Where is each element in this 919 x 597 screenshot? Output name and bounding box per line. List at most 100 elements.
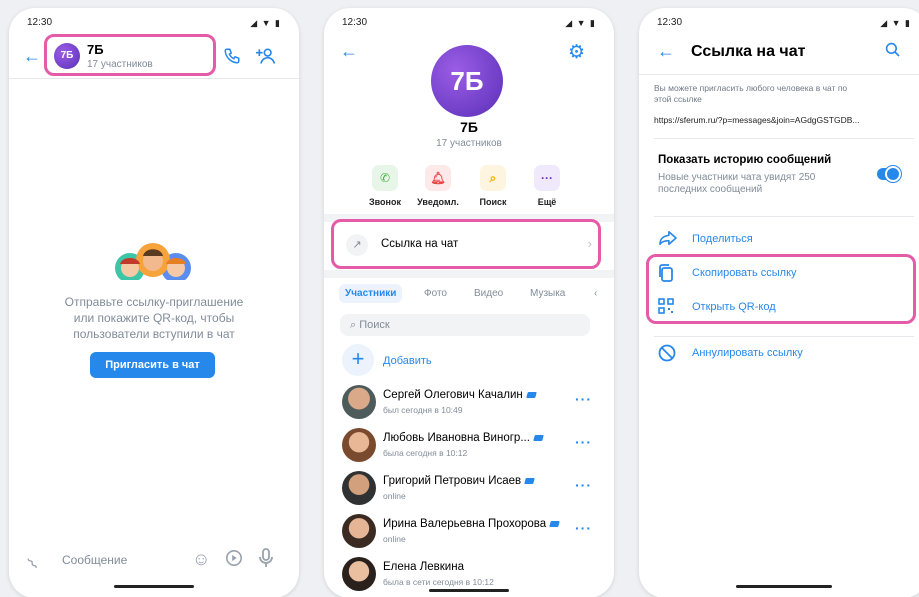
show-history-setting[interactable]: Показать историю сообщений Новые участни… xyxy=(639,148,919,200)
back-arrow-icon[interactable]: ← xyxy=(657,41,675,62)
attach-icon[interactable]: ⌇ xyxy=(23,554,42,574)
member-name: Григорий Петрович Исаев xyxy=(383,475,535,487)
search-icon[interactable] xyxy=(885,42,901,63)
education-badge-icon xyxy=(524,477,535,484)
link-hint: Вы можете пригласить любого человека в ч… xyxy=(654,83,847,105)
add-member-button[interactable]: + Добавить xyxy=(342,344,542,378)
status-bar: 12:30 ◢ ▼ ▮ xyxy=(657,17,911,31)
message-input[interactable]: Сообщение xyxy=(62,553,127,567)
invite-to-chat-button[interactable]: Пригласить в чат xyxy=(90,352,215,378)
avatar xyxy=(342,514,376,548)
avatar xyxy=(342,471,376,505)
status-time: 12:30 xyxy=(342,17,368,28)
action-label: Уведомл. xyxy=(417,197,459,207)
status-icons: ◢ ▼ ▮ xyxy=(565,18,596,28)
back-arrow-icon[interactable]: ← xyxy=(340,41,358,62)
plus-icon: + xyxy=(342,344,374,376)
more-options-icon[interactable]: ··· xyxy=(575,391,592,407)
hint-line: этой ссылке xyxy=(654,94,702,104)
education-badge-icon xyxy=(525,391,537,398)
tab-photo[interactable]: Фото xyxy=(424,288,447,299)
member-row[interactable]: Сергей Олегович Качалин был сегодня в 10… xyxy=(342,385,596,425)
member-row[interactable]: Ирина Валерьевна Прохорова online ··· xyxy=(342,514,596,554)
status-icons: ◢ ▼ ▮ xyxy=(250,18,281,28)
hint-line: Вы можете пригласить любого человека в ч… xyxy=(654,83,848,93)
header-divider xyxy=(9,78,299,79)
member-status: online xyxy=(383,534,406,544)
action-call-button[interactable]: ✆ Звонок xyxy=(357,165,413,207)
search-placeholder: Поиск xyxy=(359,319,390,331)
add-user-icon[interactable] xyxy=(255,46,277,71)
tab-music[interactable]: Музыка xyxy=(530,288,565,299)
member-name: Сергей Олегович Качалин xyxy=(383,389,537,401)
section-divider xyxy=(654,216,914,217)
member-name: Ирина Валерьевна Прохорова xyxy=(383,518,560,530)
share-label: Поделиться xyxy=(692,233,753,245)
education-badge-icon xyxy=(533,434,544,441)
avatar xyxy=(342,385,376,419)
highlight-frame xyxy=(646,254,916,324)
section-separator xyxy=(324,270,614,278)
empty-text-line: Отправьте ссылку-приглашение xyxy=(64,295,244,309)
status-bar: 12:30 ◢ ▼ ▮ xyxy=(342,17,596,31)
add-member-label: Добавить xyxy=(383,355,432,367)
status-time: 12:30 xyxy=(27,17,53,28)
section-divider xyxy=(654,336,914,337)
page-title: Ссылка на чат xyxy=(691,43,806,60)
more-options-icon[interactable]: ··· xyxy=(575,477,592,493)
highlight-frame xyxy=(44,34,216,76)
avatar xyxy=(342,428,376,462)
status-time: 12:30 xyxy=(657,17,683,28)
header-divider xyxy=(639,74,919,75)
status-icons: ◢ ▼ ▮ xyxy=(880,18,911,28)
more-icon: ··· xyxy=(534,165,560,191)
member-status: была сегодня в 10:12 xyxy=(383,448,468,458)
member-status: online xyxy=(383,491,406,501)
tab-more-hidden[interactable]: ‹ xyxy=(594,288,597,299)
back-arrow-icon[interactable]: ← xyxy=(23,46,41,67)
tab-video[interactable]: Видео xyxy=(474,288,503,299)
revoke-link-label: Аннулировать ссылку xyxy=(692,347,803,359)
chat-name: 7Б xyxy=(460,119,478,135)
education-badge-icon xyxy=(549,520,560,527)
emoji-icon[interactable]: ☺ xyxy=(192,549,210,570)
member-name: Елена Левкина xyxy=(383,561,464,573)
people-illustration xyxy=(110,240,196,286)
call-icon[interactable] xyxy=(223,47,241,70)
chat-avatar-large[interactable]: 7Б xyxy=(431,45,503,117)
members-search-input[interactable]: ⌕ Поиск xyxy=(340,314,590,336)
avatar xyxy=(342,557,376,591)
home-indicator xyxy=(429,589,509,592)
revoke-link-button[interactable]: Аннулировать ссылку xyxy=(658,344,898,366)
tab-members[interactable]: Участники xyxy=(339,284,403,303)
settings-gear-icon[interactable]: ⚙ xyxy=(568,41,585,64)
microphone-icon[interactable] xyxy=(259,548,273,573)
block-icon xyxy=(658,344,676,366)
home-indicator xyxy=(114,585,194,588)
action-notifications-button[interactable]: 🔔︎ Уведомл. xyxy=(410,165,466,207)
invite-link-url[interactable]: https://sferum.ru/?p=messages&join=AGdgG… xyxy=(654,115,860,125)
video-message-icon[interactable] xyxy=(225,549,243,572)
action-label: Ещё xyxy=(537,197,557,207)
status-bar: 12:30 ◢ ▼ ▮ xyxy=(27,17,281,31)
history-toggle[interactable] xyxy=(877,166,901,182)
section-divider xyxy=(654,138,914,139)
action-more-button[interactable]: ··· Ещё xyxy=(519,165,575,207)
member-row[interactable]: Любовь Ивановна Виногр... была сегодня в… xyxy=(342,428,596,468)
empty-text-line: пользователи вступили в чат xyxy=(73,327,235,341)
history-setting-title: Показать историю сообщений xyxy=(658,154,832,166)
phone-icon: ✆ xyxy=(372,165,398,191)
action-label: Поиск xyxy=(479,197,507,207)
search-icon: ⌕ xyxy=(350,319,360,331)
action-search-button[interactable]: ⌕ Поиск xyxy=(465,165,521,207)
share-icon xyxy=(658,230,678,250)
member-status: был сегодня в 10:49 xyxy=(383,405,463,415)
chat-info-screen: 12:30 ◢ ▼ ▮ ← ⚙ 7Б 7Б 17 участников ✆ Зв… xyxy=(324,8,614,597)
more-options-icon[interactable]: ··· xyxy=(575,520,592,536)
member-row[interactable]: Григорий Петрович Исаев online ··· xyxy=(342,471,596,511)
more-options-icon[interactable]: ··· xyxy=(575,434,592,450)
share-button[interactable]: Поделиться xyxy=(658,230,898,251)
history-setting-description: Новые участники чата увидят 250 последни… xyxy=(658,172,816,195)
bell-icon: 🔔︎ xyxy=(425,165,451,191)
members-count: 17 участников xyxy=(436,138,502,149)
